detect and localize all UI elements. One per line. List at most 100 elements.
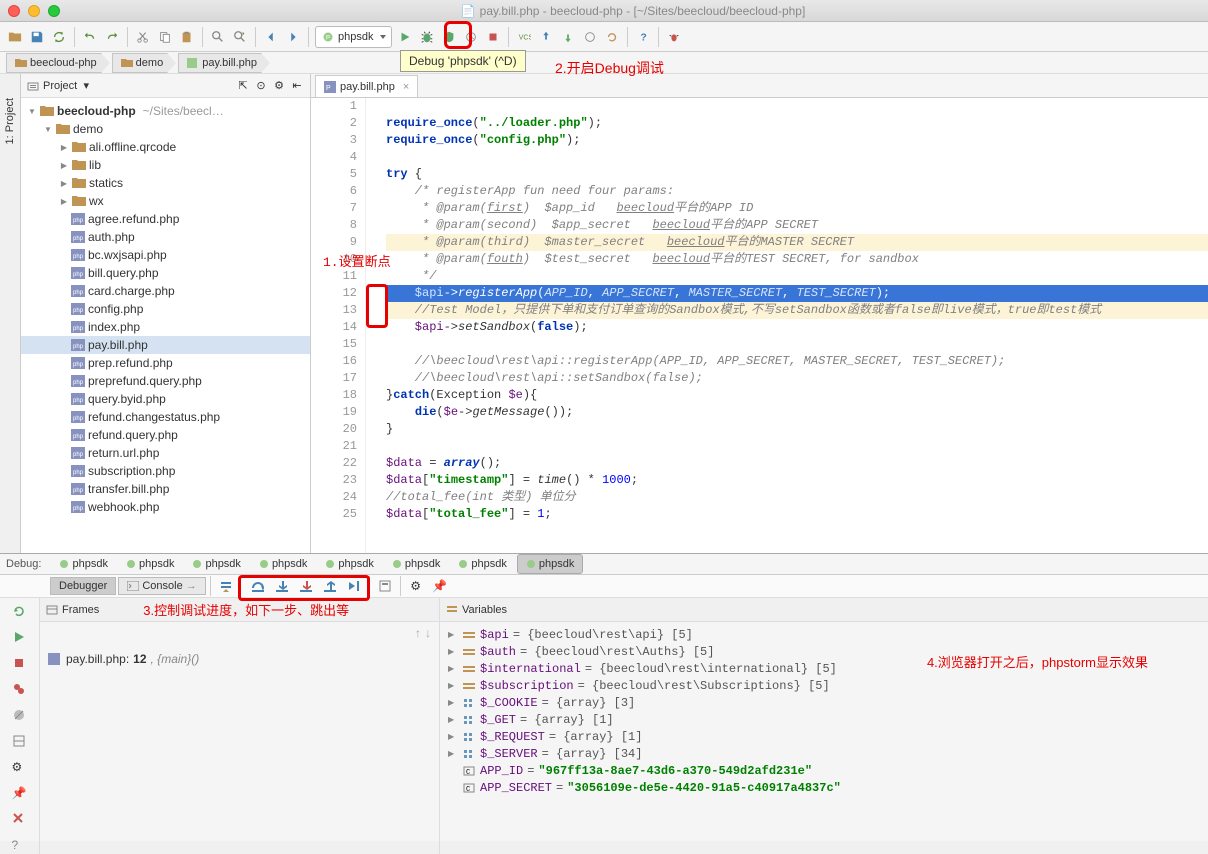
tree-file[interactable]: phpauth.php <box>21 228 310 246</box>
debug-label: Debug: <box>6 558 41 570</box>
tree-file[interactable]: phppreprefund.query.php <box>21 372 310 390</box>
debugger-tab[interactable]: Debugger <box>50 577 116 595</box>
debug-session-tab[interactable]: phpsdk <box>517 554 583 574</box>
window-close-button[interactable] <box>8 5 20 17</box>
project-tool-tab[interactable]: 1: Project <box>3 94 17 148</box>
back-icon[interactable] <box>262 28 280 46</box>
tree-file[interactable]: phpreturn.url.php <box>21 444 310 462</box>
tree-file[interactable]: phpbill.query.php <box>21 264 310 282</box>
window-minimize-button[interactable] <box>28 5 40 17</box>
debug-session-tab[interactable]: phpsdk <box>184 554 248 574</box>
tree-file[interactable]: phpsubscription.php <box>21 462 310 480</box>
debug-session-tab[interactable]: phpsdk <box>118 554 182 574</box>
sync-icon[interactable] <box>50 28 68 46</box>
frame-up-icon[interactable]: ↑ <box>415 626 421 640</box>
undo-icon[interactable] <box>81 28 99 46</box>
run-configuration-selector[interactable]: P phpsdk <box>315 26 392 48</box>
tree-file[interactable]: phpbc.wxjsapi.php <box>21 246 310 264</box>
tree-file[interactable]: phprefund.query.php <box>21 426 310 444</box>
settings-icon[interactable]: ⚙ <box>272 79 286 93</box>
tree-file[interactable]: phprefund.changestatus.php <box>21 408 310 426</box>
listen-debug-icon[interactable] <box>665 28 683 46</box>
stop-icon[interactable] <box>12 656 28 672</box>
settings-icon[interactable]: ⚙ <box>12 760 28 776</box>
project-panel: Project ▾ ⇱ ⊙ ⚙ ⇤ ▼beecloud-php~/Sites/b… <box>21 74 311 553</box>
tree-file[interactable]: phpagree.refund.php <box>21 210 310 228</box>
revert-icon[interactable] <box>603 28 621 46</box>
debug-session-tab[interactable]: phpsdk <box>384 554 448 574</box>
tree-file[interactable]: phpcard.charge.php <box>21 282 310 300</box>
svg-text:php: php <box>73 470 84 476</box>
tree-folder[interactable]: ▶wx <box>21 192 310 210</box>
commit-icon[interactable] <box>559 28 577 46</box>
tree-root[interactable]: beecloud-php <box>57 104 136 118</box>
help-icon[interactable]: ? <box>634 28 652 46</box>
editor-tab[interactable]: P pay.bill.php × <box>315 75 418 97</box>
open-icon[interactable] <box>6 28 24 46</box>
replace-icon[interactable] <box>231 28 249 46</box>
breadcrumb-item[interactable]: demo <box>112 53 169 73</box>
layout-icon[interactable] <box>12 734 28 750</box>
view-breakpoints-icon[interactable] <box>12 682 28 698</box>
breadcrumb-item[interactable]: beecloud-php <box>6 53 102 73</box>
variable-row[interactable]: CAPP_SECRET = "3056109e-de5e-4420-91a5-c… <box>448 779 1200 796</box>
find-icon[interactable] <box>209 28 227 46</box>
debug-icon[interactable] <box>418 28 436 46</box>
variable-row[interactable]: CAPP_ID = "967ff13a-8ae7-43d6-a370-549d2… <box>448 762 1200 779</box>
save-icon[interactable] <box>28 28 46 46</box>
tree-file[interactable]: phpquery.byid.php <box>21 390 310 408</box>
pin-icon[interactable]: 📌 <box>429 575 451 597</box>
rerun-icon[interactable] <box>12 604 28 620</box>
tree-file[interactable]: phpprep.refund.php <box>21 354 310 372</box>
redo-icon[interactable] <box>103 28 121 46</box>
project-tree[interactable]: ▼beecloud-php~/Sites/beecl… ▼demo ▶ali.o… <box>21 98 310 553</box>
tree-folder[interactable]: ▶lib <box>21 156 310 174</box>
close-icon[interactable] <box>12 812 28 828</box>
tree-file[interactable]: phppay.bill.php <box>21 336 310 354</box>
cut-icon[interactable] <box>134 28 152 46</box>
annotation-2: 2.开启Debug调试 <box>555 58 664 78</box>
debug-session-tab[interactable]: phpsdk <box>51 554 115 574</box>
collapse-icon[interactable]: ⇱ <box>236 79 250 93</box>
paste-icon[interactable] <box>178 28 196 46</box>
variable-row[interactable]: ▶$_COOKIE = {array} [3] <box>448 694 1200 711</box>
window-zoom-button[interactable] <box>48 5 60 17</box>
update-icon[interactable] <box>537 28 555 46</box>
variable-row[interactable]: ▶$_GET = {array} [1] <box>448 711 1200 728</box>
hide-icon[interactable]: ⇤ <box>290 79 304 93</box>
resume-icon[interactable] <box>12 630 28 646</box>
forward-icon[interactable] <box>284 28 302 46</box>
history-icon[interactable] <box>581 28 599 46</box>
run-icon[interactable] <box>396 28 414 46</box>
debug-session-tab[interactable]: phpsdk <box>317 554 381 574</box>
vcs-icon[interactable]: VCS <box>515 28 533 46</box>
stack-frame[interactable]: pay.bill.php:12, {main}() <box>48 652 431 666</box>
tree-file[interactable]: phpwebhook.php <box>21 498 310 516</box>
stop-icon[interactable] <box>484 28 502 46</box>
tree-folder[interactable]: ▶statics <box>21 174 310 192</box>
debug-session-tab[interactable]: phpsdk <box>450 554 514 574</box>
mute-breakpoints-icon[interactable] <box>12 708 28 724</box>
tree-file[interactable]: phptransfer.bill.php <box>21 480 310 498</box>
debug-session-tab[interactable]: phpsdk <box>251 554 315 574</box>
variable-row[interactable]: ▶$_REQUEST = {array} [1] <box>448 728 1200 745</box>
show-execution-icon[interactable] <box>215 575 237 597</box>
copy-icon[interactable] <box>156 28 174 46</box>
code-editor[interactable]: 1234567891011121314151617181920212223242… <box>311 98 1208 553</box>
tree-folder[interactable]: ▶ali.offline.qrcode <box>21 138 310 156</box>
evaluate-icon[interactable] <box>374 575 396 597</box>
close-tab-icon[interactable]: × <box>403 81 409 93</box>
variable-row[interactable]: ▶$_SERVER = {array} [34] <box>448 745 1200 762</box>
pin-icon[interactable]: 📌 <box>12 786 28 802</box>
help-icon[interactable]: ? <box>12 838 28 854</box>
console-tab[interactable]: Console→ <box>118 577 205 595</box>
variable-row[interactable]: ▶$subscription = {beecloud\rest\Subscrip… <box>448 677 1200 694</box>
tree-folder-demo[interactable]: demo <box>73 122 103 136</box>
locate-icon[interactable]: ⊙ <box>254 79 268 93</box>
variable-row[interactable]: ▶$api = {beecloud\rest\api} [5] <box>448 626 1200 643</box>
tree-file[interactable]: phpconfig.php <box>21 300 310 318</box>
breadcrumb-item[interactable]: pay.bill.php <box>178 53 262 73</box>
frame-down-icon[interactable]: ↓ <box>425 626 431 640</box>
settings-icon[interactable]: ⚙ <box>405 575 427 597</box>
tree-file[interactable]: phpindex.php <box>21 318 310 336</box>
